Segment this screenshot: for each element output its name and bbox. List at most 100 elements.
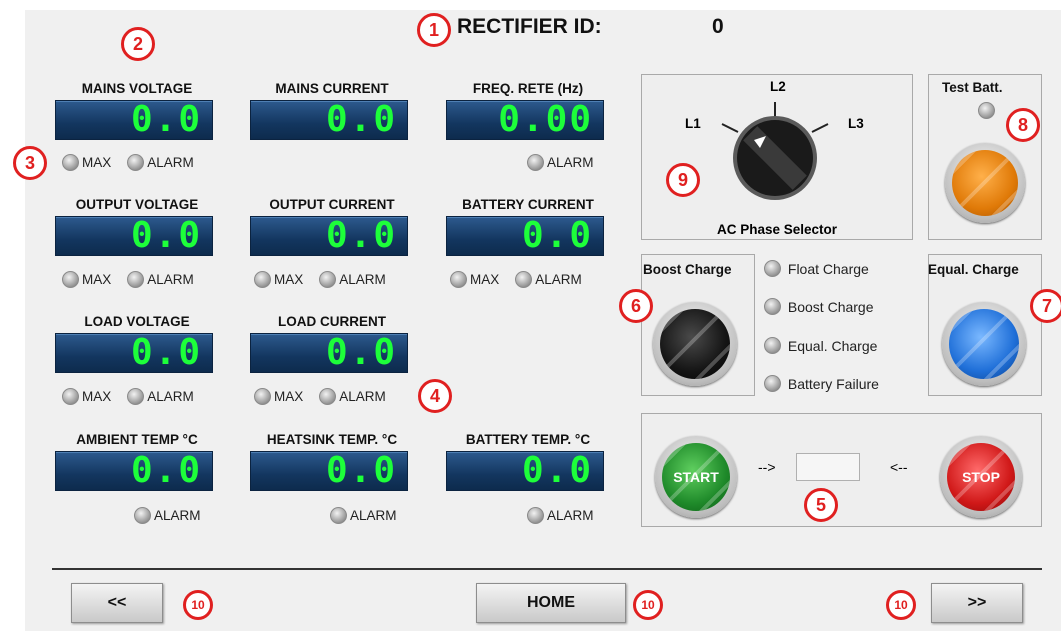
max-label: MAX (470, 272, 500, 287)
l1-label: L1 (685, 116, 701, 131)
float-charge-led-icon (764, 260, 781, 277)
equal-charge-label: Equal. Charge (787, 337, 878, 354)
stop-button[interactable]: STOP (940, 436, 1022, 518)
max-label: MAX (82, 272, 112, 287)
battery-current-label: BATTERY CURRENT (462, 197, 594, 212)
alarm-led-icon (319, 271, 337, 288)
ac-phase-selector-title: AC Phase Selector (716, 222, 838, 237)
callout-badge: 6 (619, 289, 653, 323)
alarm-label: ALARM (147, 389, 194, 404)
mains-voltage-display: 0.0 (55, 100, 213, 140)
output-current-leds: MAX ALARM (254, 271, 386, 288)
equal-charge-button[interactable] (942, 302, 1026, 386)
home-button[interactable]: HOME (476, 583, 626, 623)
callout-badge: 10 (633, 590, 663, 620)
alarm-label: ALARM (154, 508, 201, 523)
start-button[interactable]: START (655, 436, 737, 518)
max-label: MAX (274, 389, 304, 404)
alarm-label: ALARM (547, 508, 594, 523)
heatsink-temp-display: 0.0 (250, 451, 408, 491)
ambient-temp-display: 0.0 (55, 451, 213, 491)
start-label: START (673, 469, 719, 485)
next-page-button[interactable]: >> (931, 583, 1023, 623)
l2-label: L2 (770, 79, 786, 94)
callout-badge: 10 (886, 590, 916, 620)
phase-selector-knob[interactable] (710, 96, 840, 216)
divider (52, 568, 1042, 570)
callout-badge: 3 (13, 146, 47, 180)
alarm-led-icon (527, 507, 544, 524)
boost-charge-title: Boost Charge (643, 262, 732, 277)
state-indicator-box (796, 453, 860, 481)
heatsink-temp-leds: ALARM (330, 507, 397, 524)
status-equal-charge: Equal. Charge (764, 337, 877, 354)
alarm-led-icon (515, 271, 533, 288)
ambient-temp-leds: ALARM (134, 507, 201, 524)
battery-temp-label: BATTERY TEMP. °C (465, 432, 591, 447)
output-voltage-display: 0.0 (55, 216, 213, 256)
freq-leds: ALARM (527, 154, 594, 171)
test-batt-led-icon (978, 102, 995, 119)
test-batt-title: Test Batt. (942, 80, 1003, 95)
alarm-led-icon (127, 388, 145, 405)
alarm-led-icon (527, 154, 544, 171)
output-current-label: OUTPUT CURRENT (269, 197, 395, 212)
left-arrow-text: <-- (890, 459, 908, 475)
mains-voltage-leds: MAX ALARM (62, 154, 194, 171)
battery-temp-leds: ALARM (527, 507, 594, 524)
max-label: MAX (274, 272, 304, 287)
status-boost-charge: Boost Charge (764, 298, 874, 315)
right-arrow-text: --> (758, 459, 776, 475)
alarm-label: ALARM (147, 272, 194, 287)
float-charge-label: Float Charge (787, 260, 869, 277)
equal-charge-led-icon (764, 337, 781, 354)
prev-page-button[interactable]: << (71, 583, 163, 623)
callout-badge: 7 (1030, 289, 1061, 323)
max-led-icon (254, 388, 271, 405)
max-led-icon (450, 271, 467, 288)
max-label: MAX (82, 389, 112, 404)
alarm-led-icon (127, 271, 145, 288)
heatsink-temp-label: HEATSINK TEMP. °C (266, 432, 398, 447)
callout-badge: 10 (183, 590, 213, 620)
alarm-label: ALARM (350, 508, 397, 523)
boost-charge-led-icon (764, 298, 781, 315)
battery-current-display: 0.0 (446, 216, 604, 256)
load-voltage-label: LOAD VOLTAGE (84, 314, 190, 329)
max-led-icon (62, 154, 79, 171)
boost-charge-label: Boost Charge (787, 298, 874, 315)
alarm-led-icon (330, 507, 347, 524)
callout-badge: 4 (418, 379, 452, 413)
mains-current-label: MAINS CURRENT (275, 81, 389, 96)
alarm-label: ALARM (547, 155, 594, 170)
max-led-icon (254, 271, 271, 288)
output-voltage-leds: MAX ALARM (62, 271, 194, 288)
load-voltage-leds: MAX ALARM (62, 388, 194, 405)
battery-current-leds: MAX ALARM (450, 271, 582, 288)
boost-charge-button[interactable] (653, 302, 737, 386)
callout-badge: 9 (666, 163, 700, 197)
alarm-label: ALARM (535, 272, 582, 287)
alarm-label: ALARM (339, 272, 386, 287)
callout-badge: 1 (417, 13, 451, 47)
test-batt-button[interactable] (945, 143, 1025, 223)
max-led-icon (62, 388, 79, 405)
alarm-label: ALARM (147, 155, 194, 170)
equal-charge-title: Equal. Charge (928, 262, 1019, 277)
max-led-icon (62, 271, 79, 288)
output-voltage-label: OUTPUT VOLTAGE (75, 197, 199, 212)
alarm-label: ALARM (339, 389, 386, 404)
battery-temp-display: 0.0 (446, 451, 604, 491)
battery-failure-led-icon (764, 375, 781, 392)
load-voltage-display: 0.0 (55, 333, 213, 373)
callout-badge: 2 (121, 27, 155, 61)
max-label: MAX (82, 155, 112, 170)
mains-voltage-label: MAINS VOLTAGE (81, 81, 193, 96)
alarm-led-icon (319, 388, 337, 405)
stop-label: STOP (962, 469, 1000, 485)
alarm-led-icon (127, 154, 145, 171)
output-current-display: 0.0 (250, 216, 408, 256)
status-battery-failure: Battery Failure (764, 375, 879, 392)
rectifier-id-value: 0 (712, 15, 724, 38)
alarm-led-icon (134, 507, 151, 524)
